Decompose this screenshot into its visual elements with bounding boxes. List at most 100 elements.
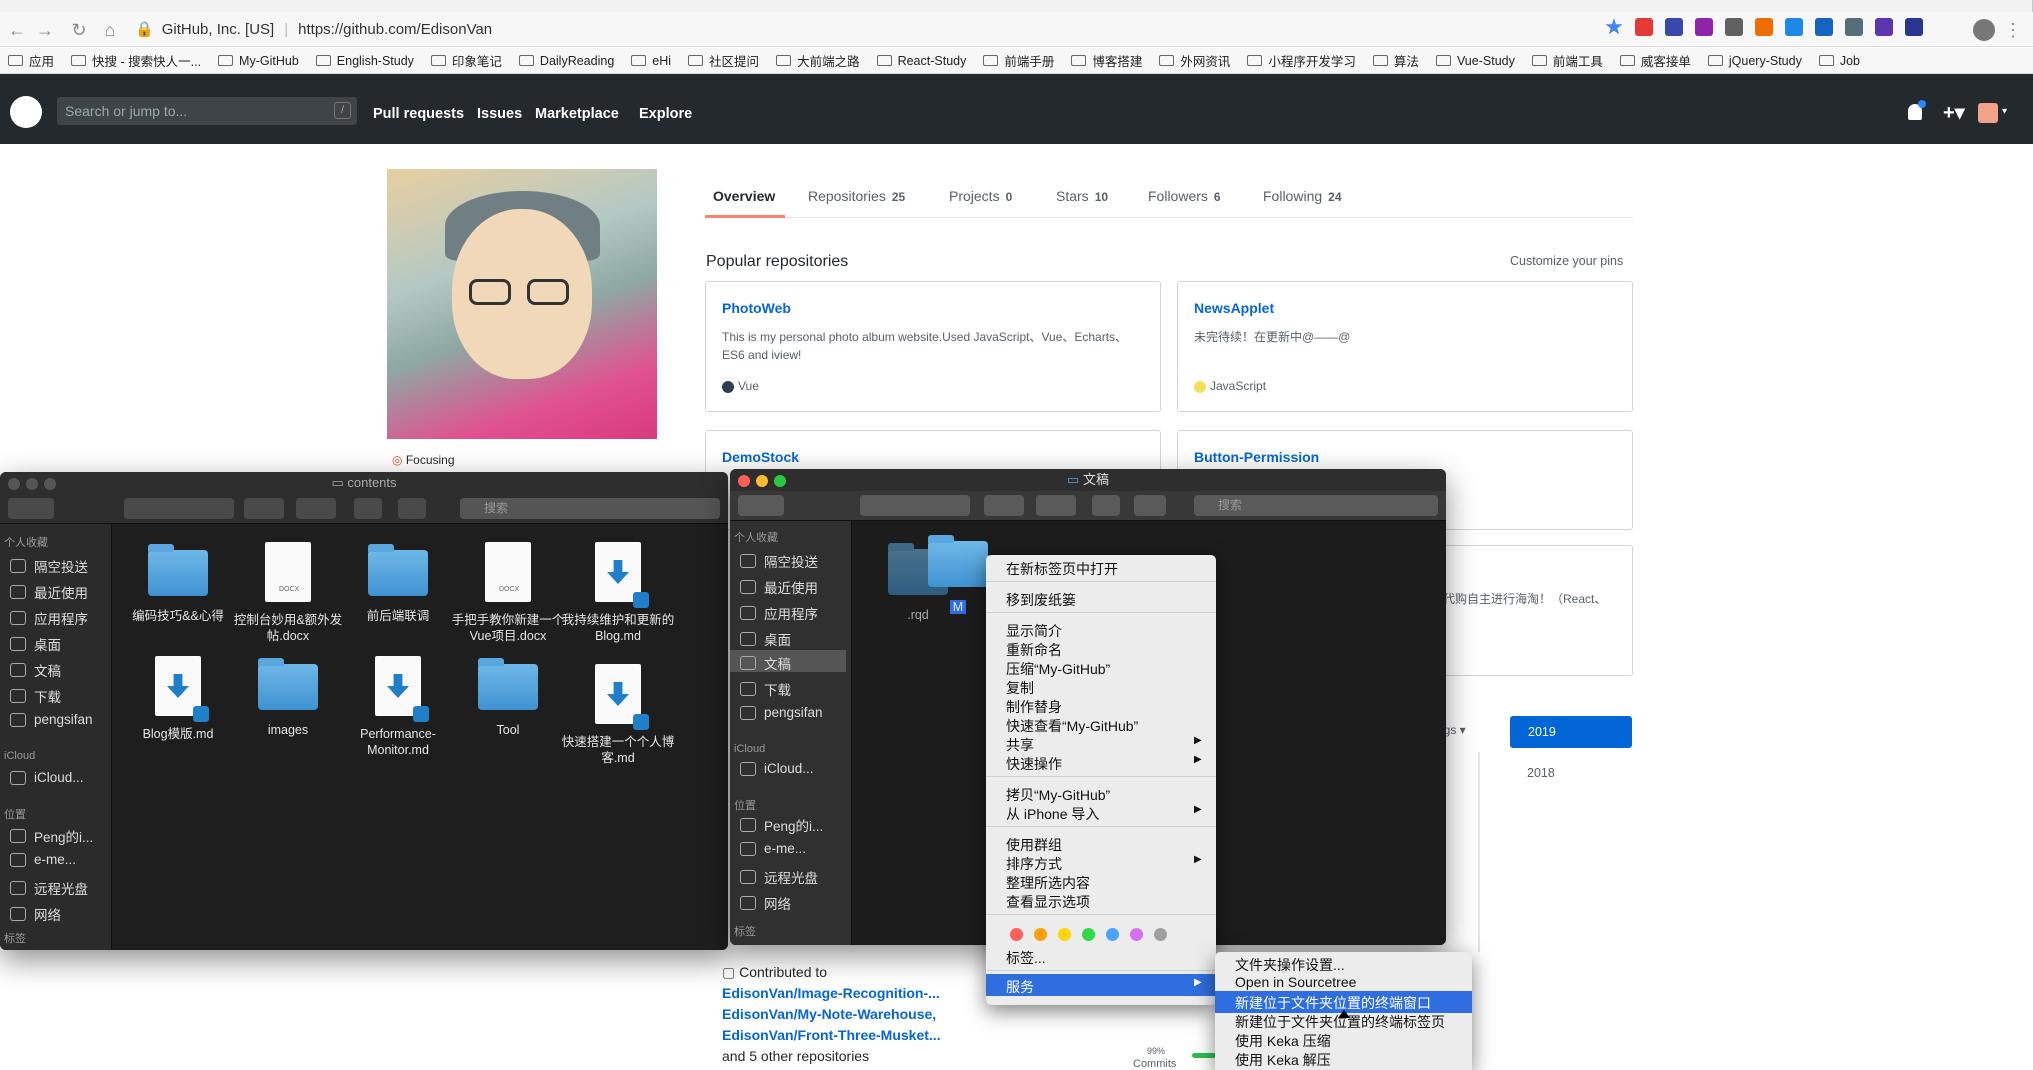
menu-item-import-from-iphone[interactable]: 从 iPhone 导入 ▶ <box>1006 804 1202 824</box>
bookmark-item[interactable]: 应用 <box>8 51 54 70</box>
menu-item-make-alias[interactable]: 制作替身 <box>1006 697 1062 717</box>
bookmark-item[interactable]: 博客搭建 <box>1071 51 1142 70</box>
sidebar-item-recents[interactable]: 最近使用 <box>740 577 818 597</box>
tag-yellow-icon[interactable] <box>1058 928 1071 941</box>
tab-followers[interactable]: Followers 6 <box>1148 188 1221 204</box>
action-gear-button[interactable] <box>296 498 336 519</box>
file-item-md[interactable]: Blog模版.md <box>118 656 238 742</box>
file-item-folder[interactable]: 编码技巧&&心得 <box>118 544 238 624</box>
bookmark-item[interactable]: Vue-Study <box>1435 54 1515 68</box>
user-status[interactable]: ◎ Focusing <box>392 453 455 467</box>
profile-avatar[interactable] <box>1973 19 1995 41</box>
sidebar-item-documents[interactable]: 文稿 <box>740 653 791 673</box>
extension-icon[interactable] <box>1905 18 1923 36</box>
bookmark-item[interactable]: React-Study <box>876 54 966 68</box>
github-logo-icon[interactable] <box>10 96 42 128</box>
bookmark-item[interactable]: 快搜 - 搜索快人一... <box>71 51 201 70</box>
year-2019-button[interactable]: 2019 <box>1510 716 1632 748</box>
extension-icon[interactable] <box>1635 18 1653 36</box>
sidebar-item-downloads[interactable]: 下载 <box>10 686 61 706</box>
close-button[interactable] <box>8 478 20 490</box>
file-item-md[interactable]: 我持续维护和更新的Blog.md <box>558 542 678 644</box>
minimize-button[interactable] <box>756 475 768 487</box>
file-item-md[interactable]: Performance-Monitor.md <box>338 656 458 758</box>
menu-item-services[interactable]: 服务 ▶ <box>1006 977 1202 997</box>
sidebar-item-home[interactable]: pengsifan <box>740 705 823 720</box>
tag-blue-icon[interactable] <box>1106 928 1119 941</box>
menu-item-copy[interactable]: 拷贝“My-GitHub” <box>1006 785 1110 805</box>
back-forward-button[interactable] <box>8 498 54 519</box>
year-2018-link[interactable]: 2018 <box>1527 766 1555 780</box>
address-bar[interactable]: 🔒 GitHub, Inc. [US] | https://github.com/Ed… <box>135 15 1600 44</box>
bookmark-item[interactable]: 威客接单 <box>1619 51 1691 70</box>
extension-icon[interactable] <box>1845 18 1863 36</box>
sidebar-item-icloud-drive[interactable]: iCloud... <box>740 761 814 776</box>
menu-item-keka-extract[interactable]: 使用 Keka 解压 <box>1235 1050 1331 1070</box>
view-mode-buttons[interactable] <box>124 498 234 519</box>
extension-icon[interactable] <box>1755 18 1773 36</box>
menu-item-tags[interactable]: 标签... <box>1006 948 1046 968</box>
share-button[interactable] <box>354 498 382 519</box>
menu-item-folder-actions[interactable]: 文件夹操作设置... <box>1235 955 1345 975</box>
file-item-md[interactable]: 快速搭建一个个人博客.md <box>558 664 678 766</box>
menu-item-get-info[interactable]: 显示简介 <box>1006 621 1062 641</box>
nav-pull-requests[interactable]: Pull requests <box>373 106 464 122</box>
file-item-folder[interactable]: 前后端联调 <box>338 544 458 624</box>
group-button[interactable] <box>984 495 1024 516</box>
bookmark-item[interactable]: 大前端之路 <box>776 51 860 70</box>
tag-red-icon[interactable] <box>1010 928 1023 941</box>
tag-purple-icon[interactable] <box>1130 928 1143 941</box>
file-item-folder[interactable]: images <box>228 658 348 738</box>
create-new-plus-icon[interactable]: +▾ <box>1943 100 1965 125</box>
menu-item-share[interactable]: 共享 ▶ <box>1006 735 1202 755</box>
sidebar-item-recents[interactable]: 最近使用 <box>10 582 88 602</box>
close-button[interactable] <box>738 475 750 487</box>
tag-green-icon[interactable] <box>1082 928 1095 941</box>
bookmark-item[interactable]: 前端手册 <box>983 51 1054 70</box>
extension-icon[interactable] <box>1695 18 1713 36</box>
tab-projects[interactable]: Projects 0 <box>949 188 1012 204</box>
menu-item-sort-by[interactable]: 排序方式 ▶ <box>1006 854 1202 874</box>
bookmark-item[interactable]: 印象笔记 <box>430 51 502 70</box>
sidebar-item-network[interactable]: 网络 <box>10 904 61 924</box>
menu-item-new-terminal-window[interactable]: 新建位于文件夹位置的终端窗口 <box>1235 993 1431 1013</box>
zoom-button[interactable] <box>44 478 56 490</box>
sidebar-item-icloud-drive[interactable]: iCloud... <box>10 770 84 785</box>
bookmark-item[interactable]: English-Study <box>315 54 414 68</box>
sidebar-item-airdrop[interactable]: 隔空投送 <box>740 551 818 571</box>
extension-icon[interactable] <box>1665 18 1683 36</box>
tab-following[interactable]: Following 24 <box>1263 188 1342 204</box>
sidebar-item-remote-disc[interactable]: 远程光盘 <box>10 878 88 898</box>
extension-icon[interactable] <box>1725 18 1743 36</box>
menu-item-clean-up[interactable]: 整理所选内容 <box>1006 873 1090 893</box>
customize-pins-link[interactable]: Customize your pins <box>1510 254 1623 268</box>
file-item-docx[interactable]: DOCX 控制台妙用&额外发帖.docx <box>228 542 348 644</box>
reload-icon[interactable]: ↻ <box>66 17 92 43</box>
sidebar-item-downloads[interactable]: 下载 <box>740 679 791 699</box>
forward-icon[interactable]: → <box>32 17 58 43</box>
menu-item-use-groups[interactable]: 使用群组 <box>1006 835 1062 855</box>
contributed-repo-link[interactable]: EdisonVan/My-Note-Warehouse, <box>722 1004 941 1025</box>
tag-orange-icon[interactable] <box>1034 928 1047 941</box>
bookmark-star-icon[interactable] <box>1605 18 1623 35</box>
sidebar-item-applications[interactable]: 应用程序 <box>740 603 818 623</box>
menu-item-quick-look[interactable]: 快速查看“My-GitHub” <box>1006 716 1138 736</box>
finder-title-bar[interactable]: ▭ contents <box>0 472 728 494</box>
sidebar-item-documents[interactable]: 文稿 <box>10 660 61 680</box>
tag-gray-icon[interactable] <box>1154 928 1167 941</box>
home-icon[interactable]: ⌂ <box>97 17 123 43</box>
menu-item-keka-compress[interactable]: 使用 Keka 压缩 <box>1235 1031 1331 1051</box>
tag-button[interactable] <box>1134 495 1166 516</box>
bookmark-item[interactable]: 外网资讯 <box>1159 51 1230 70</box>
nav-marketplace[interactable]: Marketplace <box>535 106 619 122</box>
sidebar-item-disk[interactable]: e-me... <box>10 852 76 867</box>
bookmark-item[interactable]: Job <box>1818 54 1860 68</box>
bookmark-item[interactable]: 社区提问 <box>688 51 759 70</box>
sidebar-item-disk[interactable]: e-me... <box>740 841 806 856</box>
search-input[interactable]: Search or jump to... / <box>57 97 357 125</box>
sidebar-item-home[interactable]: pengsifan <box>10 712 93 727</box>
menu-item-quick-actions[interactable]: 快速操作 ▶ <box>1006 754 1202 774</box>
file-item-folder[interactable]: Tool <box>448 658 568 738</box>
nav-issues[interactable]: Issues <box>477 106 522 122</box>
sidebar-item-computer[interactable]: Peng的i... <box>740 815 823 835</box>
